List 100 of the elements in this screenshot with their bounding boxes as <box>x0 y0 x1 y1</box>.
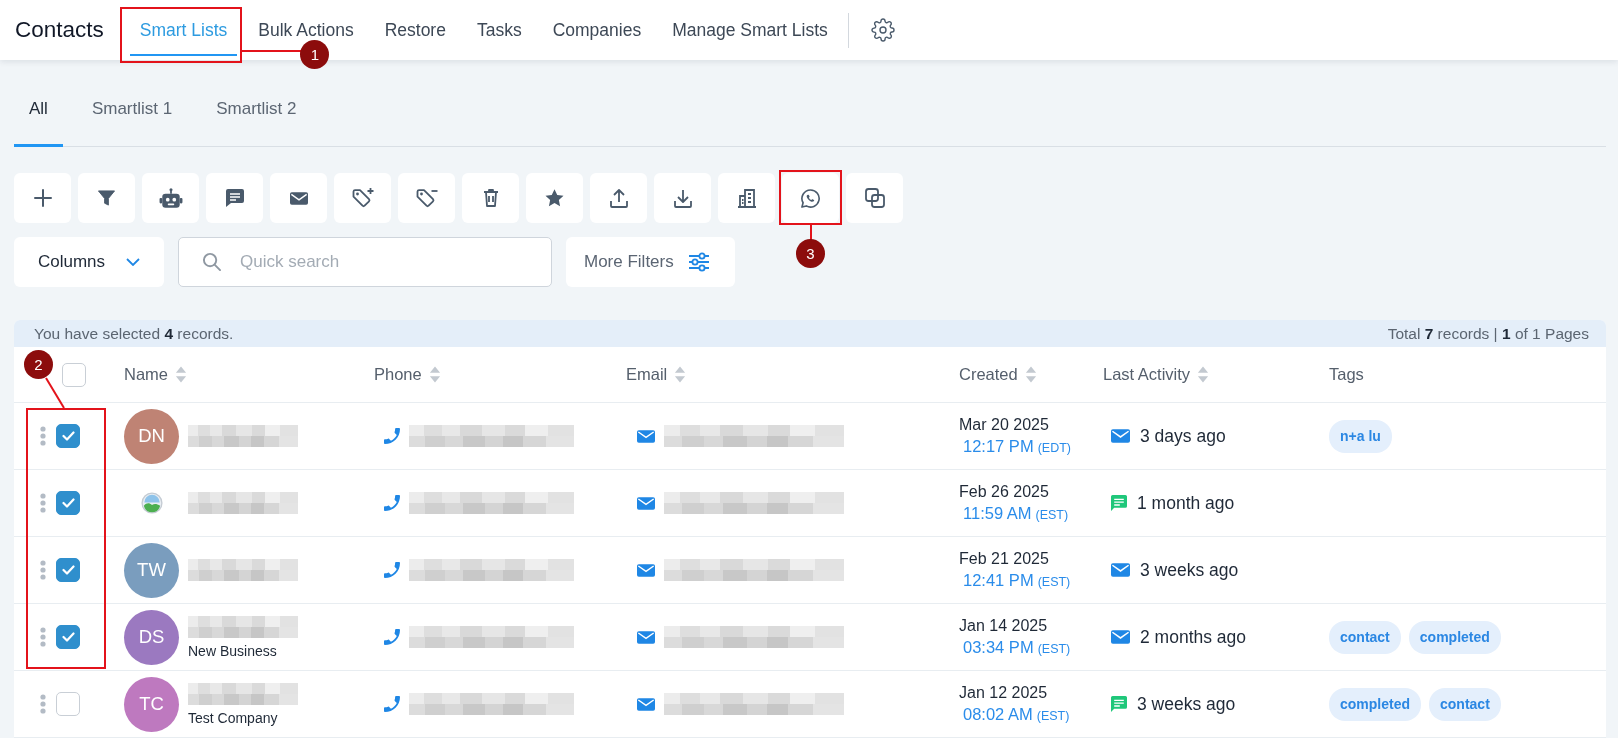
envelope-icon <box>289 191 308 205</box>
checkbox[interactable] <box>56 424 80 448</box>
more-filters-button[interactable]: More Filters <box>566 237 735 287</box>
table-row[interactable]: DN Mar 20 2025 12:17 PM (EDT) 3 days ago n+a lu <box>14 403 1606 470</box>
checkmark-icon <box>61 565 75 575</box>
list-tab[interactable]: All <box>14 60 63 147</box>
table-row[interactable]: DS New Business Jan 14 2025 03:34 PM (EST) 2 months ago contact completed <box>14 604 1606 671</box>
overlapping-squares-icon <box>864 188 885 208</box>
toolbar-button[interactable] <box>718 173 775 223</box>
checkbox[interactable] <box>56 692 80 716</box>
envelope-icon <box>637 630 655 644</box>
search-icon <box>202 252 221 271</box>
chat-bubble-icon <box>1111 495 1127 511</box>
time-zone: (EST) <box>1035 508 1069 522</box>
column-header[interactable]: Phone <box>374 365 422 384</box>
nav-tab[interactable]: Manage Smart Lists <box>662 0 838 60</box>
checkbox[interactable] <box>56 491 80 515</box>
envelope-icon <box>637 697 655 711</box>
tag-plus-icon <box>351 187 374 209</box>
drag-handle-icon[interactable] <box>40 694 46 714</box>
table-row[interactable]: TC Test Company Jan 12 2025 08:02 AM (EST) 3 weeks ago completed contact <box>14 671 1606 738</box>
nav-tab[interactable]: Restore <box>374 0 456 60</box>
checkbox[interactable] <box>56 558 80 582</box>
callout-marker: 3 <box>796 239 825 268</box>
toolbar-button[interactable] <box>590 173 647 223</box>
created-time: 11:59 AM <box>963 504 1032 523</box>
toolbar-button[interactable] <box>14 173 71 223</box>
list-tab[interactable]: Smartlist 1 <box>76 60 188 147</box>
settings-button[interactable] <box>870 18 895 42</box>
toolbar-button[interactable] <box>270 173 327 223</box>
company-name: New Business <box>188 642 278 659</box>
toolbar-button[interactable] <box>398 173 455 223</box>
created-time: 12:41 PM <box>963 571 1034 590</box>
envelope-icon <box>1111 429 1130 443</box>
nav-tab[interactable]: Companies <box>542 0 652 60</box>
avatar: TC <box>124 676 179 732</box>
table-row[interactable]: TW Feb 21 2025 12:41 PM (EST) 3 weeks ago <box>14 537 1606 604</box>
toolbar-button[interactable] <box>846 173 903 223</box>
settings-icon <box>870 18 895 42</box>
column-header[interactable]: Email <box>626 365 668 384</box>
column-header[interactable]: Created <box>959 365 1018 384</box>
avatar: TW <box>124 542 179 598</box>
created-date: Jan 14 2025 <box>959 617 1049 635</box>
filter-icon <box>98 190 115 206</box>
drag-handle-icon[interactable] <box>40 560 46 580</box>
table-row[interactable]: Feb 26 2025 11:59 AM (EST) 1 month ago <box>14 470 1606 537</box>
created-date: Jan 12 2025 <box>959 684 1049 702</box>
toolbar-button[interactable] <box>654 173 711 223</box>
last-activity: 1 month ago <box>1137 492 1235 514</box>
leader-line <box>242 50 303 52</box>
phone-icon <box>384 629 400 645</box>
created-time: 08:02 AM <box>963 705 1033 724</box>
toolbar-button[interactable] <box>526 173 583 223</box>
toolbar-button[interactable] <box>462 173 519 223</box>
column-header[interactable]: Tags <box>1329 365 1364 384</box>
nav-tab[interactable]: Tasks <box>466 0 532 60</box>
callout-marker: 2 <box>24 350 53 379</box>
checkbox[interactable] <box>62 362 86 387</box>
created-date: Feb 26 2025 <box>959 483 1050 501</box>
chat-bubble-icon <box>1111 696 1127 712</box>
time-zone: (EST) <box>1037 575 1071 589</box>
toolbar-button[interactable] <box>782 173 839 223</box>
envelope-icon <box>1111 563 1130 577</box>
drag-handle-icon[interactable] <box>40 426 46 446</box>
columns-dropdown[interactable]: Columns <box>14 237 164 287</box>
leader-line <box>45 377 65 409</box>
envelope-icon <box>637 563 655 577</box>
time-zone: (EST) <box>1037 642 1071 656</box>
chevron-down-icon <box>126 258 140 266</box>
search-field[interactable]: Quick search <box>178 237 552 287</box>
toolbar-button[interactable] <box>206 173 263 223</box>
column-header[interactable]: Name <box>124 365 168 384</box>
last-activity: 3 days ago <box>1140 425 1226 447</box>
building-icon <box>736 188 757 208</box>
drag-handle-icon[interactable] <box>40 627 46 647</box>
upload-icon <box>609 188 628 208</box>
tag: contact <box>1429 687 1501 721</box>
tag: n+a lu <box>1329 419 1392 453</box>
star-icon <box>545 189 564 207</box>
envelope-icon <box>637 496 655 510</box>
checkmark-icon <box>61 431 75 441</box>
phone-icon <box>384 562 400 578</box>
toolbar-button[interactable] <box>78 173 135 223</box>
tag: completed <box>1329 687 1421 721</box>
phone-bubble-icon <box>801 188 820 208</box>
created-date: Feb 21 2025 <box>959 550 1050 568</box>
checkmark-icon <box>61 498 75 508</box>
column-header[interactable]: Last Activity <box>1103 365 1191 384</box>
plus-icon <box>33 189 52 207</box>
sliders-icon <box>687 252 710 272</box>
envelope-icon <box>637 429 655 443</box>
highlight-frame <box>779 170 842 225</box>
drag-handle-icon[interactable] <box>40 493 46 513</box>
chat-bubble-icon <box>225 189 244 207</box>
toolbar-button[interactable] <box>142 173 199 223</box>
toolbar-button[interactable] <box>334 173 391 223</box>
checkbox[interactable] <box>56 625 80 649</box>
image-icon <box>140 492 163 514</box>
created-time: 12:17 PM <box>963 437 1034 456</box>
checkmark-icon <box>61 632 75 642</box>
